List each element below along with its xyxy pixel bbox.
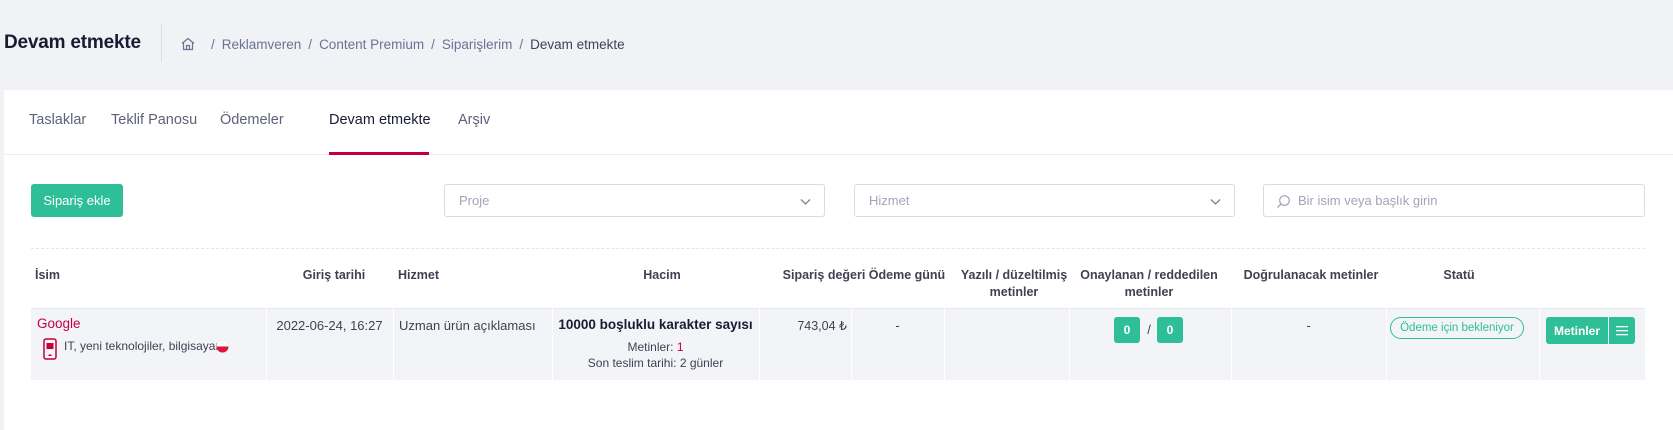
tab-drafts[interactable]: Taslaklar: [29, 112, 86, 128]
project-name-link[interactable]: Google: [37, 316, 81, 331]
texts-label: Metinler:: [627, 340, 674, 354]
project-select[interactable]: Proje: [444, 184, 825, 217]
poland-flag-icon: [216, 340, 229, 353]
tab-offer-board[interactable]: Teklif Panosu: [111, 112, 197, 128]
texts-count: 1: [676, 340, 684, 354]
column-header-approved-line1: Onaylanan / reddedilen: [1080, 268, 1218, 282]
breadcrumb-separator: /: [431, 36, 435, 52]
cell-divider: [393, 308, 394, 380]
project-select-placeholder: Proje: [459, 193, 490, 208]
column-header-entry-date: Giriş tarihi: [302, 268, 366, 282]
rejected-count-badge[interactable]: 0: [1157, 317, 1183, 343]
approved-rejected-separator: /: [1147, 322, 1151, 337]
title-divider: [161, 24, 162, 62]
column-header-written-line1: Yazılı / düzeltilmiş: [960, 268, 1068, 282]
deadline-line: Son teslim tarihi: 2 günler: [552, 356, 759, 370]
active-tab-indicator: [329, 152, 429, 155]
chevron-down-icon: [1210, 199, 1221, 205]
row-menu-button[interactable]: [1609, 317, 1635, 344]
cell-divider: [1386, 308, 1387, 380]
order-value: 743,04 ₺: [797, 319, 847, 333]
service-select[interactable]: Hizmet: [854, 184, 1235, 217]
deadline-label: Son teslim tarihi:: [587, 356, 677, 370]
home-icon[interactable]: [180, 36, 196, 52]
tab-payments[interactable]: Ödemeler: [220, 112, 284, 128]
column-header-written-edited: Yazılı / düzeltilmiş metinler: [949, 267, 1079, 301]
search-icon: [1277, 195, 1290, 208]
column-header-written-line2: metinler: [989, 285, 1039, 299]
volume-title: 10000 boşluklu karakter sayısı: [558, 317, 753, 332]
column-header-volume: Hacim: [643, 268, 681, 282]
breadcrumb-separator: /: [519, 36, 524, 52]
tab-in-progress[interactable]: Devam etmekte: [329, 112, 431, 128]
search-input[interactable]: [1298, 185, 1638, 216]
breadcrumb-item-current: Devam etmekte: [530, 36, 625, 52]
service-select-placeholder: Hizmet: [869, 193, 910, 208]
deadline-value: 2 günler: [679, 356, 724, 370]
hamburger-menu-icon: [1616, 326, 1628, 336]
cell-divider: [1069, 308, 1070, 380]
breadcrumb: / Reklamveren / Content Premium / Sipari…: [180, 36, 625, 52]
add-order-button[interactable]: Sipariş ekle: [31, 184, 123, 217]
column-header-approved-rejected: Onaylanan / reddedilen metinler: [1069, 267, 1229, 301]
entry-date: 2022-06-24, 16:27: [276, 318, 383, 333]
column-header-order-value: Sipariş değeri: [782, 268, 866, 282]
tab-archive[interactable]: Arşiv: [458, 112, 490, 128]
column-header-payment-day: Ödeme günü: [868, 268, 946, 282]
payment-day: -: [895, 318, 900, 333]
to-verify-value: -: [1306, 318, 1311, 333]
page-title: Devam etmekte: [4, 32, 141, 53]
chevron-down-icon: [800, 199, 811, 205]
mobile-device-icon: [43, 338, 57, 360]
approved-count-badge[interactable]: 0: [1114, 317, 1140, 343]
search-box: [1263, 184, 1645, 217]
column-header-name: İsim: [35, 268, 61, 282]
status-badge: Ödeme için bekleniyor: [1390, 317, 1524, 339]
breadcrumb-item-advertiser[interactable]: Reklamveren: [222, 37, 302, 52]
orders-card: Taslaklar Teklif Panosu Ödemeler Devam e…: [4, 90, 1673, 430]
texts-button[interactable]: Metinler: [1546, 317, 1608, 344]
service-name: Uzman ürün açıklaması: [399, 318, 536, 333]
divider: [31, 248, 1645, 249]
column-header-to-verify: Doğrulanacak metinler: [1243, 268, 1379, 282]
column-header-approved-line2: metinler: [1124, 285, 1174, 299]
cell-divider: [1539, 308, 1540, 380]
column-header-status: Statü: [1443, 268, 1475, 282]
texts-count-line: Metinler: 1: [552, 340, 759, 354]
breadcrumb-separator: /: [211, 36, 215, 52]
breadcrumb-item-orders[interactable]: Siparişlerim: [442, 37, 513, 52]
cell-divider: [944, 308, 945, 380]
tab-bar: Taslaklar Teklif Panosu Ödemeler Devam e…: [4, 90, 1673, 155]
column-header-service: Hizmet: [398, 268, 439, 282]
page-header: Devam etmekte / Reklamveren / Content Pr…: [0, 0, 1673, 90]
breadcrumb-item-content-premium[interactable]: Content Premium: [319, 37, 424, 52]
breadcrumb-separator: /: [308, 36, 313, 52]
project-category: IT, yeni teknolojiler, bilgisayar: [64, 339, 220, 353]
